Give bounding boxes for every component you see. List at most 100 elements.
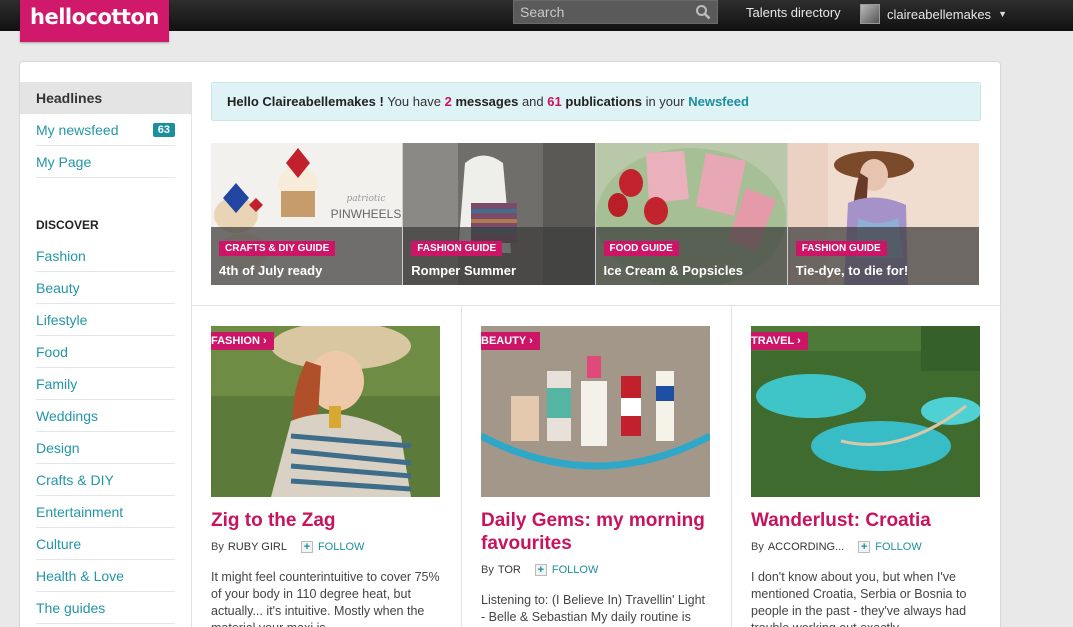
article-image[interactable]: Beauty › [481, 326, 710, 497]
messages-count[interactable]: 2 [445, 94, 452, 109]
category-tag[interactable]: Travel › [751, 332, 808, 350]
sidebar-item-lifestyle[interactable]: Lifestyle [36, 304, 175, 336]
sidebar-item-beauty[interactable]: Beauty [36, 272, 175, 304]
discover-heading: DISCOVER [36, 218, 99, 232]
guide-title[interactable]: Tie-dye, to die for! [796, 263, 971, 278]
sidebar-item-food[interactable]: Food [36, 336, 175, 368]
sidebar-item-my-newsfeed[interactable]: My newsfeed 63 [36, 114, 175, 146]
byline-prefix: By [481, 564, 494, 576]
sidebar-headlines[interactable]: Headlines [20, 82, 191, 114]
category-tag[interactable]: Fashion › [211, 332, 274, 350]
sidebar-item-entertainment[interactable]: Entertainment [36, 496, 175, 528]
follow-label: FOLLOW [875, 541, 922, 553]
logo[interactable]: hellocotton [20, 0, 169, 42]
article-excerpt: Listening to: (I Believe In) Travellin' … [481, 593, 706, 624]
logo-text: hellocotton [30, 5, 159, 29]
sidebar-divider [191, 82, 192, 627]
guide-card[interactable]: patriotic PINWHEELS Crafts & DIY Guide 4… [211, 143, 403, 285]
guides-strip: patriotic PINWHEELS Crafts & DIY Guide 4… [211, 143, 979, 285]
sidebar-item-label: The guides [36, 599, 106, 616]
guide-tag[interactable]: Crafts & DIY Guide [219, 241, 336, 256]
follow-button[interactable]: + FOLLOW [534, 564, 599, 576]
follow-button[interactable]: + FOLLOW [858, 541, 922, 553]
sidebar-item-label: Food [36, 343, 68, 360]
author-link[interactable]: According... [768, 541, 844, 553]
banner-text: You have [387, 94, 441, 109]
sidebar-item-label: Weddings [36, 407, 99, 424]
guide-overlay: Fashion Guide Romper Summer [403, 227, 595, 285]
article-title[interactable]: Wanderlust: Croatia [751, 509, 981, 532]
photo-fashion [211, 326, 440, 497]
article-card: Fashion › Zig to the Zag By Ruby Girl + … [211, 326, 441, 627]
sidebar-item-label: Design [36, 439, 80, 456]
sidebar-item-label: Crafts & DIY [36, 471, 114, 488]
sidebar-item-label: Lifestyle [36, 311, 88, 328]
sidebar-item-family[interactable]: Family [36, 368, 175, 400]
search-box[interactable] [513, 0, 718, 24]
author-link[interactable]: Tor [498, 564, 521, 576]
banner-text: and [521, 94, 544, 109]
article-excerpt: I don't know about you, but when I've me… [751, 570, 967, 627]
column-divider [731, 305, 732, 627]
sidebar-item-health-love[interactable]: Health & Love [36, 560, 175, 592]
guide-tag[interactable]: Fashion Guide [795, 241, 887, 256]
sidebar-item-design[interactable]: Design [36, 432, 175, 464]
newsfeed-link[interactable]: Newsfeed [688, 94, 749, 109]
sidebar-item-crafts-diy[interactable]: Crafts & DIY [36, 464, 175, 496]
column-divider [461, 305, 462, 627]
guide-tag[interactable]: Food Guide [603, 241, 679, 256]
talents-directory-link[interactable]: Talents directory [746, 5, 841, 20]
sidebar-item-culture[interactable]: Culture [36, 528, 175, 560]
photo-beauty [481, 326, 710, 497]
plus-icon: + [300, 541, 313, 553]
publications-label[interactable]: publications [565, 94, 642, 109]
article-image[interactable]: Fashion › [211, 326, 440, 497]
photo-travel [751, 326, 980, 497]
guide-card[interactable]: Fashion Guide Tie-dye, to die for! [787, 143, 979, 285]
sidebar-item-my-page[interactable]: My Page [36, 146, 175, 178]
section-divider [192, 305, 1001, 306]
publications-count[interactable]: 61 [547, 94, 561, 109]
sidebar-item-weddings[interactable]: Weddings [36, 400, 175, 432]
sidebar-item-the-guides[interactable]: The guides [36, 592, 175, 624]
article-image[interactable]: Travel › [751, 326, 980, 497]
guide-card[interactable]: Food Guide Ice Cream & Popsicles [595, 143, 787, 285]
sidebar-item-label: Fashion [36, 247, 86, 264]
guide-overlay: Fashion Guide Tie-dye, to die for! [787, 227, 979, 285]
sidebar-item-label: Culture [36, 535, 82, 552]
guide-title[interactable]: Ice Cream & Popsicles [604, 263, 779, 278]
follow-button[interactable]: + FOLLOW [300, 541, 365, 553]
byline: By Tor + FOLLOW [481, 564, 711, 576]
author-link[interactable]: Ruby Girl [228, 541, 287, 553]
category-tag[interactable]: Beauty › [481, 332, 540, 350]
chevron-down-icon: ▼ [998, 9, 1007, 19]
guide-tag[interactable]: Fashion Guide [411, 241, 503, 256]
messages-label[interactable]: messages [455, 94, 518, 109]
guide-title[interactable]: Romper Summer [411, 263, 586, 278]
byline: By According... + FOLLOW [751, 541, 981, 553]
follow-label: FOLLOW [551, 564, 599, 576]
user-menu[interactable]: claireabellemakes ▼ [860, 2, 1007, 26]
newsfeed-count-badge: 63 [152, 122, 175, 137]
sidebar-item-label: Health & Love [36, 567, 124, 584]
search-input[interactable] [514, 1, 689, 23]
follow-label: FOLLOW [317, 541, 365, 553]
byline-prefix: By [751, 541, 764, 553]
guide-title[interactable]: 4th of July ready [219, 263, 394, 278]
article-title[interactable]: Daily Gems: my morning favourites [481, 509, 711, 555]
byline: By Ruby Girl + FOLLOW [211, 541, 441, 553]
article-excerpt: It might feel counterintuitive to cover … [211, 570, 440, 627]
photo-caption-script: patriotic [347, 194, 386, 204]
guide-overlay: Food Guide Ice Cream & Popsicles [595, 227, 787, 285]
article-card: Travel › Wanderlust: Croatia By Accordin… [751, 326, 981, 627]
plus-icon: + [534, 564, 547, 576]
sidebar-item-fashion[interactable]: Fashion [36, 240, 175, 272]
plus-icon: + [858, 541, 871, 553]
discover-list: Fashion Beauty Lifestyle Food Family Weddings… [20, 240, 191, 624]
search-icon[interactable] [695, 4, 711, 20]
article-title[interactable]: Zig to the Zag [211, 509, 441, 532]
welcome-banner: Hello Claireabellemakes ! You have 2 mes… [211, 82, 981, 121]
banner-text: in your [645, 94, 685, 109]
guide-card[interactable]: Fashion Guide Romper Summer [403, 143, 595, 285]
sidebar-item-label: My newsfeed [36, 121, 119, 138]
